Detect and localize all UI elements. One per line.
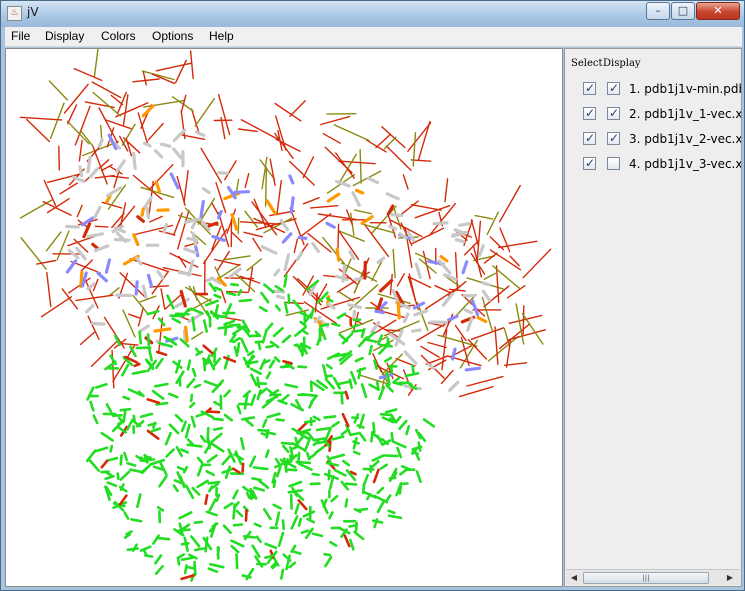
minimize-button[interactable]: – xyxy=(646,2,670,20)
structure-list-panel: Select Display ✓ ✓ 1. pdb1j1v-min.pdb ✓ … xyxy=(564,48,742,587)
menu-options[interactable]: Options xyxy=(152,29,193,43)
select-column-header: Select xyxy=(571,58,603,69)
molecule-viewer-canvas[interactable] xyxy=(5,48,563,587)
display-checkbox[interactable]: ✓ xyxy=(607,81,620,95)
structure-label[interactable]: 1. pdb1j1v-min.pdb xyxy=(629,82,741,96)
menu-bar: File Display Colors Options Help xyxy=(5,27,742,47)
arrow-left-icon[interactable]: ◀ xyxy=(568,572,580,584)
arrow-right-icon[interactable]: ▶ xyxy=(724,572,736,584)
select-checkbox[interactable]: ✓ xyxy=(583,81,596,95)
display-column-header: Display xyxy=(603,58,641,69)
select-checkbox[interactable]: ✓ xyxy=(583,131,596,145)
structure-label[interactable]: 2. pdb1j1v_1-vec.xr xyxy=(629,107,741,121)
close-button[interactable]: ✕ xyxy=(696,2,740,20)
menu-colors[interactable]: Colors xyxy=(101,29,136,43)
molecule-structure-icon xyxy=(19,49,552,582)
grip-icon: ||| xyxy=(642,574,650,582)
menu-file[interactable]: File xyxy=(11,29,30,43)
display-checkbox[interactable]: ✓ xyxy=(607,131,620,145)
select-checkbox[interactable]: ✓ xyxy=(583,106,596,120)
window-title: jV xyxy=(27,5,39,19)
structure-label[interactable]: 3. pdb1j1v_2-vec.xr xyxy=(629,132,741,146)
maximize-button[interactable]: □ xyxy=(671,2,695,20)
display-checkbox[interactable] xyxy=(607,157,620,170)
checkmark-icon: ✓ xyxy=(585,106,596,120)
checkmark-icon: ✓ xyxy=(585,131,596,145)
list-item: ✓ 4. pdb1j1v_3-vec.xr xyxy=(565,155,741,173)
checkmark-icon: ✓ xyxy=(585,156,596,170)
checkmark-icon: ✓ xyxy=(609,81,620,95)
select-checkbox[interactable]: ✓ xyxy=(583,156,596,170)
menu-help[interactable]: Help xyxy=(209,29,234,43)
list-item: ✓ ✓ 1. pdb1j1v-min.pdb xyxy=(565,80,741,98)
list-item: ✓ ✓ 3. pdb1j1v_2-vec.xr xyxy=(565,130,741,148)
checkmark-icon: ✓ xyxy=(609,131,620,145)
display-checkbox[interactable]: ✓ xyxy=(607,106,620,120)
scrollbar-thumb[interactable]: ||| xyxy=(583,572,709,584)
java-icon: ♨ xyxy=(7,6,22,21)
checkmark-icon: ✓ xyxy=(609,106,620,120)
menu-display[interactable]: Display xyxy=(45,29,84,43)
title-bar[interactable]: ♨ jV – □ ✕ xyxy=(1,1,744,27)
horizontal-scrollbar[interactable]: ◀ ||| ▶ xyxy=(566,569,740,585)
list-item: ✓ ✓ 2. pdb1j1v_1-vec.xr xyxy=(565,105,741,123)
structure-label[interactable]: 4. pdb1j1v_3-vec.xr xyxy=(629,157,741,171)
app-window: ♨ jV – □ ✕ File Display Colors Options H… xyxy=(0,0,745,591)
checkmark-icon: ✓ xyxy=(585,81,596,95)
